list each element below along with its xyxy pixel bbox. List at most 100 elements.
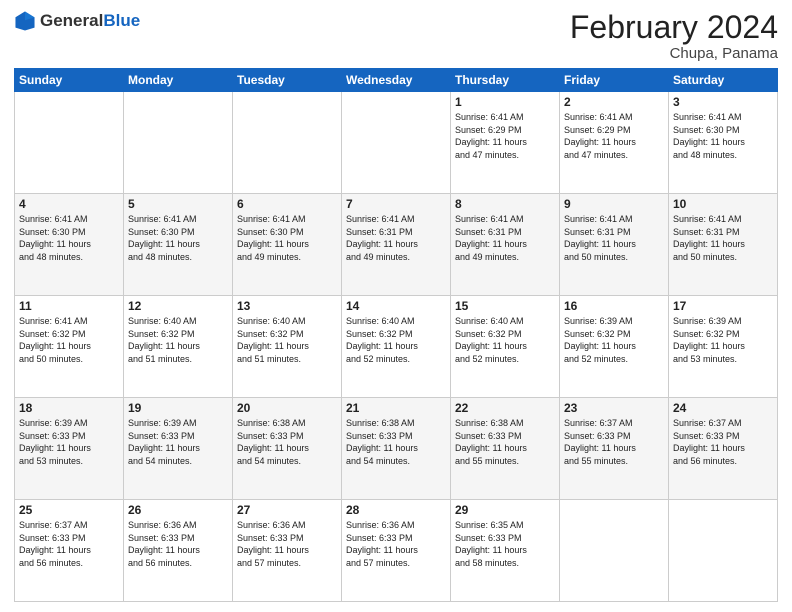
day-cell: 16 Sunrise: 6:39 AM Sunset: 6:32 PM Dayli…	[560, 296, 669, 398]
week-row-5: 25Sunrise: 6:37 AM Sunset: 6:33 PM Dayli…	[15, 500, 778, 602]
day-cell: 5 Sunrise: 6:41 AM Sunset: 6:30 PM Daylig…	[124, 194, 233, 296]
day-cell: 8 Sunrise: 6:41 AM Sunset: 6:31 PM Daylig…	[451, 194, 560, 296]
day-cell: 10 Sunrise: 6:41 AM Sunset: 6:31 PM Dayli…	[669, 194, 778, 296]
day-number: 14	[346, 299, 446, 313]
calendar-header-row: SundayMondayTuesdayWednesdayThursdayFrid…	[15, 69, 778, 92]
day-info: Sunrise: 6:38 AM Sunset: 6:33 PM Dayligh…	[455, 417, 555, 467]
day-number: 21	[346, 401, 446, 415]
logo-text: GeneralBlue	[40, 11, 140, 31]
day-number: 16	[564, 299, 664, 313]
calendar-table: SundayMondayTuesdayWednesdayThursdayFrid…	[14, 68, 778, 602]
day-number: 18	[19, 401, 119, 415]
day-number: 28	[346, 503, 446, 517]
day-number: 9	[564, 197, 664, 211]
week-row-2: 4 Sunrise: 6:41 AM Sunset: 6:30 PM Daylig…	[15, 194, 778, 296]
day-cell: 7 Sunrise: 6:41 AM Sunset: 6:31 PM Daylig…	[342, 194, 451, 296]
day-info: Sunrise: 6:40 AM Sunset: 6:32 PM Dayligh…	[455, 315, 555, 365]
day-number: 24	[673, 401, 773, 415]
day-cell	[15, 92, 124, 194]
day-number: 20	[237, 401, 337, 415]
day-info: Sunrise: 6:36 AM Sunset: 6:33 PM Dayligh…	[237, 519, 337, 569]
day-number: 8	[455, 197, 555, 211]
day-cell: 24Sunrise: 6:37 AM Sunset: 6:33 PM Dayli…	[669, 398, 778, 500]
day-number: 19	[128, 401, 228, 415]
day-cell: 29Sunrise: 6:35 AM Sunset: 6:33 PM Dayli…	[451, 500, 560, 602]
day-info: Sunrise: 6:39 AM Sunset: 6:32 PM Dayligh…	[564, 315, 664, 365]
day-cell	[342, 92, 451, 194]
day-cell: 18 Sunrise: 6:39 AM Sunset: 6:33 PM Dayli…	[15, 398, 124, 500]
day-info: Sunrise: 6:37 AM Sunset: 6:33 PM Dayligh…	[564, 417, 664, 467]
day-cell: 14 Sunrise: 6:40 AM Sunset: 6:32 PM Dayli…	[342, 296, 451, 398]
day-number: 22	[455, 401, 555, 415]
column-header-saturday: Saturday	[669, 69, 778, 92]
logo-general: General	[40, 11, 103, 30]
week-row-3: 11 Sunrise: 6:41 AM Sunset: 6:32 PM Dayli…	[15, 296, 778, 398]
day-info: Sunrise: 6:37 AM Sunset: 6:33 PM Dayligh…	[19, 519, 119, 569]
day-info: Sunrise: 6:41 AM Sunset: 6:31 PM Dayligh…	[564, 213, 664, 263]
day-number: 1	[455, 95, 555, 109]
day-cell: 3 Sunrise: 6:41 AM Sunset: 6:30 PM Daylig…	[669, 92, 778, 194]
day-info: Sunrise: 6:39 AM Sunset: 6:33 PM Dayligh…	[128, 417, 228, 467]
day-cell: 6Sunrise: 6:41 AM Sunset: 6:30 PM Daylig…	[233, 194, 342, 296]
day-cell: 22 Sunrise: 6:38 AM Sunset: 6:33 PM Dayli…	[451, 398, 560, 500]
day-number: 2	[564, 95, 664, 109]
day-info: Sunrise: 6:40 AM Sunset: 6:32 PM Dayligh…	[346, 315, 446, 365]
day-number: 29	[455, 503, 555, 517]
day-cell: 17Sunrise: 6:39 AM Sunset: 6:32 PM Dayli…	[669, 296, 778, 398]
day-cell	[560, 500, 669, 602]
logo-blue: Blue	[103, 11, 140, 30]
day-cell: 26 Sunrise: 6:36 AM Sunset: 6:33 PM Dayli…	[124, 500, 233, 602]
day-number: 15	[455, 299, 555, 313]
day-info: Sunrise: 6:41 AM Sunset: 6:30 PM Dayligh…	[673, 111, 773, 161]
column-header-friday: Friday	[560, 69, 669, 92]
logo-icon	[14, 10, 36, 32]
day-number: 12	[128, 299, 228, 313]
day-cell: 19 Sunrise: 6:39 AM Sunset: 6:33 PM Dayli…	[124, 398, 233, 500]
day-cell	[669, 500, 778, 602]
day-number: 5	[128, 197, 228, 211]
day-cell: 27Sunrise: 6:36 AM Sunset: 6:33 PM Dayli…	[233, 500, 342, 602]
day-info: Sunrise: 6:40 AM Sunset: 6:32 PM Dayligh…	[237, 315, 337, 365]
day-number: 26	[128, 503, 228, 517]
day-info: Sunrise: 6:39 AM Sunset: 6:33 PM Dayligh…	[19, 417, 119, 467]
day-info: Sunrise: 6:38 AM Sunset: 6:33 PM Dayligh…	[237, 417, 337, 467]
day-number: 13	[237, 299, 337, 313]
day-info: Sunrise: 6:41 AM Sunset: 6:30 PM Dayligh…	[19, 213, 119, 263]
day-cell: 2Sunrise: 6:41 AM Sunset: 6:29 PM Daylig…	[560, 92, 669, 194]
day-info: Sunrise: 6:36 AM Sunset: 6:33 PM Dayligh…	[128, 519, 228, 569]
day-cell	[124, 92, 233, 194]
day-number: 6	[237, 197, 337, 211]
day-info: Sunrise: 6:39 AM Sunset: 6:32 PM Dayligh…	[673, 315, 773, 365]
day-number: 3	[673, 95, 773, 109]
logo: GeneralBlue	[14, 10, 140, 32]
day-number: 11	[19, 299, 119, 313]
week-row-4: 18 Sunrise: 6:39 AM Sunset: 6:33 PM Dayli…	[15, 398, 778, 500]
day-number: 7	[346, 197, 446, 211]
column-header-monday: Monday	[124, 69, 233, 92]
calendar-title: February 2024	[570, 10, 778, 45]
day-cell: 20 Sunrise: 6:38 AM Sunset: 6:33 PM Dayli…	[233, 398, 342, 500]
day-cell: 12 Sunrise: 6:40 AM Sunset: 6:32 PM Dayli…	[124, 296, 233, 398]
column-header-sunday: Sunday	[15, 69, 124, 92]
day-cell: 9 Sunrise: 6:41 AM Sunset: 6:31 PM Daylig…	[560, 194, 669, 296]
day-cell: 23 Sunrise: 6:37 AM Sunset: 6:33 PM Dayli…	[560, 398, 669, 500]
day-info: Sunrise: 6:41 AM Sunset: 6:31 PM Dayligh…	[455, 213, 555, 263]
day-info: Sunrise: 6:36 AM Sunset: 6:33 PM Dayligh…	[346, 519, 446, 569]
day-cell	[233, 92, 342, 194]
day-info: Sunrise: 6:41 AM Sunset: 6:29 PM Dayligh…	[455, 111, 555, 161]
column-header-wednesday: Wednesday	[342, 69, 451, 92]
day-number: 4	[19, 197, 119, 211]
day-info: Sunrise: 6:41 AM Sunset: 6:31 PM Dayligh…	[673, 213, 773, 263]
day-cell: 1 Sunrise: 6:41 AM Sunset: 6:29 PM Daylig…	[451, 92, 560, 194]
day-info: Sunrise: 6:41 AM Sunset: 6:31 PM Dayligh…	[346, 213, 446, 263]
week-row-1: 1 Sunrise: 6:41 AM Sunset: 6:29 PM Daylig…	[15, 92, 778, 194]
day-info: Sunrise: 6:38 AM Sunset: 6:33 PM Dayligh…	[346, 417, 446, 467]
day-cell: 28 Sunrise: 6:36 AM Sunset: 6:33 PM Dayli…	[342, 500, 451, 602]
day-info: Sunrise: 6:40 AM Sunset: 6:32 PM Dayligh…	[128, 315, 228, 365]
day-number: 23	[564, 401, 664, 415]
column-header-thursday: Thursday	[451, 69, 560, 92]
day-info: Sunrise: 6:41 AM Sunset: 6:32 PM Dayligh…	[19, 315, 119, 365]
day-number: 10	[673, 197, 773, 211]
day-cell: 25Sunrise: 6:37 AM Sunset: 6:33 PM Dayli…	[15, 500, 124, 602]
day-info: Sunrise: 6:41 AM Sunset: 6:30 PM Dayligh…	[128, 213, 228, 263]
